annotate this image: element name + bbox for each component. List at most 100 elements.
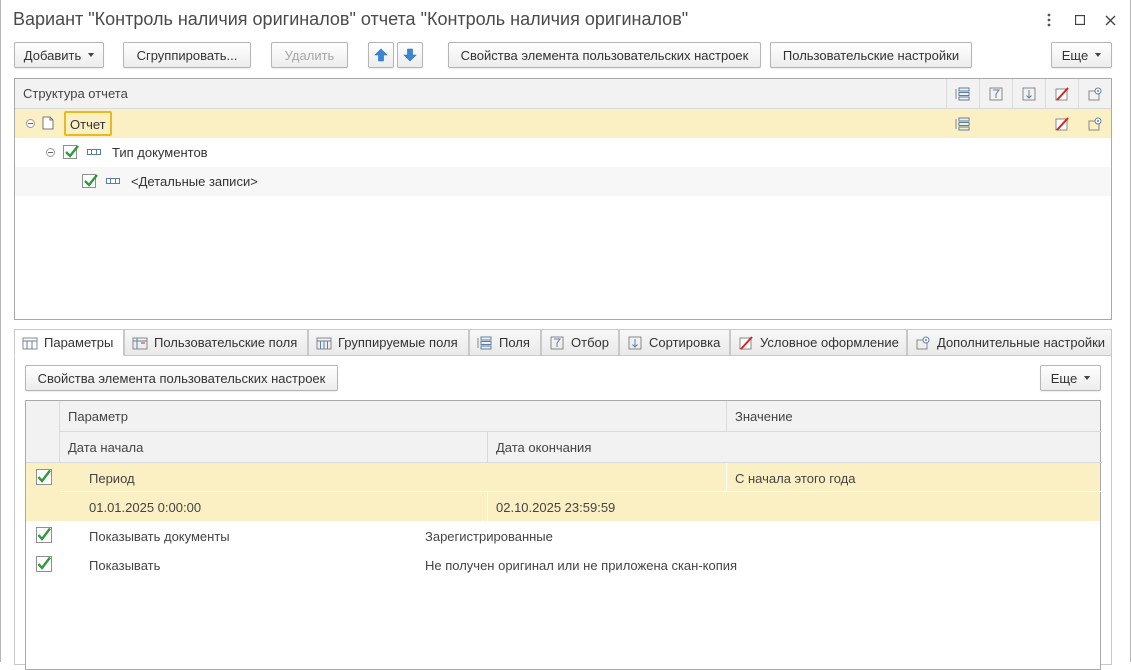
arrow-down-icon — [403, 48, 417, 62]
divider — [487, 432, 488, 463]
param-value[interactable]: С начала этого года — [735, 471, 855, 486]
tab-user-fields[interactable]: Пользовательские поля — [124, 329, 308, 356]
tab-label: Группируемые поля — [338, 335, 458, 350]
divider — [726, 463, 727, 491]
tab-group-fields[interactable]: Группируемые поля — [308, 329, 469, 356]
more-button[interactable]: Еще — [1051, 42, 1112, 68]
chevron-down-icon — [1084, 376, 1091, 380]
tab-parameters[interactable]: Параметры — [14, 329, 124, 356]
tab-fields[interactable]: Поля — [469, 329, 541, 356]
close-icon[interactable] — [1100, 10, 1120, 30]
sort-icon — [628, 336, 642, 349]
column-header-value[interactable]: Значение — [735, 409, 793, 424]
additional-settings-icon — [916, 336, 930, 349]
group-button-label: Сгруппировать... — [136, 47, 238, 63]
row-conditional-format-icon[interactable] — [1045, 109, 1078, 138]
structure-header-label: Структура отчета — [23, 86, 128, 101]
row-fields-icon[interactable] — [946, 109, 979, 138]
user-settings-button[interactable]: Пользовательские настройки — [770, 42, 972, 68]
row-additional-settings-icon[interactable] — [1078, 109, 1111, 138]
tab-label: Поля — [499, 335, 530, 350]
show-documents-checkbox[interactable] — [36, 527, 52, 543]
column-header-parameter[interactable]: Параметр — [68, 409, 128, 424]
params-more-button[interactable]: Еще — [1040, 365, 1101, 391]
doc-type-checkbox[interactable] — [63, 145, 79, 159]
structure-header: Структура отчета — [15, 79, 1111, 109]
chevron-down-icon — [1095, 53, 1102, 57]
param-row-show-documents[interactable]: Показывать документы Зарегистрированные — [26, 521, 1100, 550]
column-fields-icon[interactable] — [946, 79, 979, 109]
divider — [60, 431, 1102, 432]
more-actions-icon[interactable] — [1039, 10, 1059, 30]
document-icon — [42, 116, 54, 130]
grouping-icon — [106, 178, 120, 184]
tab-label: Пользовательские поля — [154, 335, 298, 350]
tab-sort[interactable]: Сортировка — [619, 329, 730, 356]
param-value[interactable]: Зарегистрированные — [425, 529, 553, 544]
column-filter-icon[interactable] — [979, 79, 1012, 109]
element-properties-label: Свойства элемента пользовательских настр… — [460, 47, 749, 63]
divider — [726, 401, 727, 432]
param-name: Показывать документы — [89, 529, 230, 544]
tree-row-report[interactable]: Отчет — [15, 109, 1111, 138]
column-sort-icon[interactable] — [1012, 79, 1045, 109]
show-checkbox[interactable] — [36, 556, 52, 572]
tab-filter[interactable]: Отбор — [541, 329, 619, 356]
divider — [60, 491, 1102, 492]
conditional-format-icon — [739, 335, 753, 350]
collapse-icon[interactable] — [46, 148, 55, 157]
tab-label: Сортировка — [649, 335, 721, 350]
detail-records-checkbox[interactable] — [82, 174, 98, 188]
period-checkbox[interactable] — [36, 469, 52, 485]
tree-row-label: Отчет — [64, 111, 112, 136]
maximize-icon[interactable] — [1070, 10, 1090, 30]
filter-icon — [550, 336, 564, 349]
delete-button-label: Удалить — [284, 47, 335, 63]
tab-additional-settings[interactable]: Дополнительные настройки — [907, 329, 1112, 356]
period-start-value[interactable]: 01.01.2025 0:00:00 — [89, 500, 201, 515]
tab-label: Дополнительные настройки — [937, 335, 1106, 350]
tree-row-doc-type[interactable]: Тип документов — [15, 138, 1111, 167]
window-title: Вариант "Контроль наличия оригиналов" от… — [13, 9, 689, 29]
param-name: Период — [89, 471, 135, 486]
param-row-period[interactable]: Период С начала этого года 01.01.2025 0:… — [26, 463, 1102, 521]
move-up-button[interactable] — [368, 42, 394, 68]
param-name: Показывать — [89, 558, 161, 573]
tree-row-label: Тип документов — [112, 145, 208, 160]
more-button-label: Еще — [1061, 47, 1089, 63]
add-button-label: Добавить — [23, 47, 82, 63]
grouping-icon — [87, 149, 101, 155]
add-button[interactable]: Добавить — [14, 42, 104, 68]
params-more-label: Еще — [1050, 370, 1078, 386]
param-value[interactable]: Не получен оригинал или не приложена ска… — [425, 558, 737, 573]
move-down-button[interactable] — [397, 42, 423, 68]
report-structure-tree: Структура отчета Отчет Тип документов <Д… — [14, 78, 1112, 320]
tree-row-detail-records[interactable]: <Детальные записи> — [15, 167, 1111, 196]
params-element-properties-button[interactable]: Свойства элемента пользовательских настр… — [25, 365, 338, 391]
column-conditional-format-icon[interactable] — [1045, 79, 1078, 109]
chevron-down-icon — [88, 53, 95, 57]
divider — [487, 492, 488, 521]
column-header-end-date[interactable]: Дата окончания — [496, 440, 591, 455]
report-variant-window: Вариант "Контроль наличия оригиналов" от… — [0, 0, 1131, 670]
parameters-icon — [22, 337, 38, 349]
tab-conditional-format[interactable]: Условное оформление — [730, 329, 907, 356]
tab-label: Отбор — [571, 335, 609, 350]
delete-button[interactable]: Удалить — [271, 42, 348, 68]
user-settings-label: Пользовательские настройки — [782, 47, 960, 63]
fields-icon — [477, 336, 492, 349]
group-fields-icon — [316, 337, 332, 349]
collapse-icon[interactable] — [26, 119, 35, 128]
tab-label: Параметры — [44, 335, 114, 350]
element-properties-button[interactable]: Свойства элемента пользовательских настр… — [448, 42, 761, 68]
column-additional-settings-icon[interactable] — [1078, 79, 1111, 109]
parameters-table: Параметр Значение Дата начала Дата оконч… — [25, 400, 1102, 670]
column-header-start-date[interactable]: Дата начала — [68, 440, 143, 455]
group-button[interactable]: Сгруппировать... — [123, 42, 251, 68]
parameters-table-header: Параметр Значение Дата начала Дата оконч… — [26, 401, 1102, 463]
param-row-show[interactable]: Показывать Не получен оригинал или не пр… — [26, 550, 1100, 579]
period-end-value[interactable]: 02.10.2025 23:59:59 — [496, 500, 615, 515]
settings-tabs: Параметры Пользовательские поля Группиру… — [14, 329, 1112, 356]
arrow-up-icon — [374, 48, 388, 62]
tree-row-label: <Детальные записи> — [131, 174, 258, 189]
